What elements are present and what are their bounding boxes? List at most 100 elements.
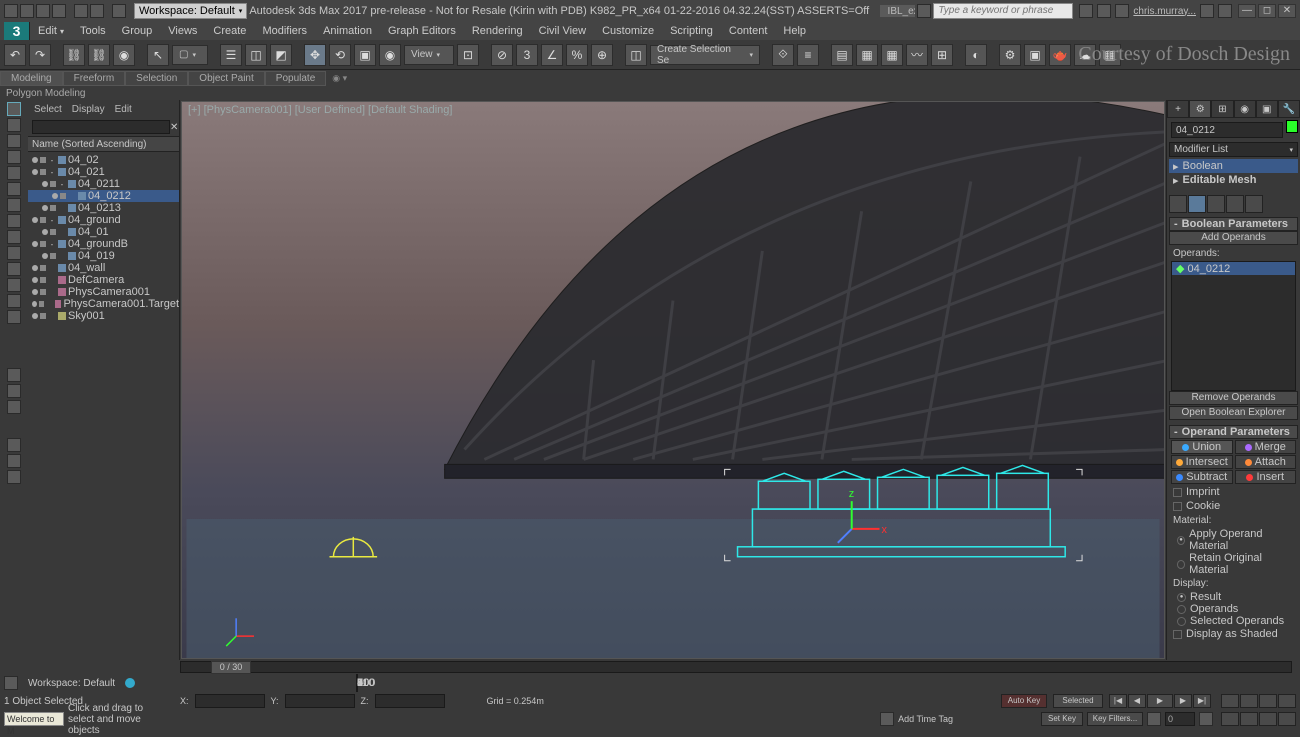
play-icon[interactable]: ▶ bbox=[1147, 694, 1173, 708]
set-key-button[interactable]: Set Key bbox=[1041, 712, 1083, 726]
apply-operand-material[interactable]: Apply Operand Material bbox=[1169, 528, 1298, 552]
make-unique-icon[interactable] bbox=[1207, 195, 1225, 213]
ws-icon[interactable] bbox=[4, 676, 18, 690]
mirror-button[interactable]: ⊘ bbox=[491, 44, 513, 66]
display-result[interactable]: Result bbox=[1169, 591, 1298, 603]
menu-help[interactable]: Help bbox=[775, 22, 814, 40]
utilities-tab-icon[interactable]: 🔧 bbox=[1278, 100, 1300, 118]
tree-row[interactable]: DefCamera bbox=[28, 274, 179, 286]
pivot-button[interactable]: ⊡ bbox=[457, 44, 479, 66]
object-name-field[interactable]: 04_0212 bbox=[1171, 122, 1283, 138]
redo-icon[interactable] bbox=[90, 4, 104, 18]
display-as-shaded[interactable]: Display as Shaded bbox=[1169, 627, 1298, 641]
display-selected-operands[interactable]: Selected Operands bbox=[1169, 615, 1298, 627]
ribbon-freeform[interactable]: Freeform bbox=[63, 71, 126, 86]
scene-explorer-button[interactable]: ▦ bbox=[856, 44, 878, 66]
schematic-view[interactable]: ⊞ bbox=[931, 44, 953, 66]
user-icon[interactable] bbox=[1115, 4, 1129, 18]
snap-toggle[interactable]: 3 bbox=[516, 44, 538, 66]
modifier-list-dropdown[interactable]: Modifier List bbox=[1169, 142, 1298, 157]
render-button[interactable]: 🫖 bbox=[1049, 44, 1071, 66]
render-frame[interactable]: ▣ bbox=[1024, 44, 1046, 66]
motion-tab-icon[interactable]: ◉ bbox=[1234, 100, 1256, 118]
display-tab-icon[interactable]: ▣ bbox=[1256, 100, 1278, 118]
remove-operands-button[interactable]: Remove Operands bbox=[1169, 391, 1298, 405]
ls-bones-icon[interactable] bbox=[7, 278, 21, 292]
minimize-button[interactable]: — bbox=[1238, 4, 1256, 18]
op-intersect[interactable]: Intersect bbox=[1171, 455, 1233, 469]
menu-customize[interactable]: Customize bbox=[594, 22, 662, 40]
mirror2-button[interactable]: ⟐ bbox=[772, 44, 794, 66]
menu-civil-view[interactable]: Civil View bbox=[531, 22, 594, 40]
x-input[interactable] bbox=[195, 694, 265, 708]
goto-end-icon[interactable]: ▶| bbox=[1193, 694, 1211, 708]
sp-tab-select[interactable]: Select bbox=[34, 104, 62, 115]
rotate-button[interactable]: ⟲ bbox=[329, 44, 351, 66]
ls-flat-icon[interactable] bbox=[7, 134, 21, 148]
placement-button[interactable]: ◉ bbox=[379, 44, 401, 66]
select-region[interactable]: ◫ bbox=[245, 44, 267, 66]
angle-snap[interactable]: ∠ bbox=[541, 44, 563, 66]
close-button[interactable]: ✕ bbox=[1278, 4, 1296, 18]
nav-max-icon[interactable] bbox=[1278, 712, 1296, 726]
config-mod-icon[interactable] bbox=[1245, 195, 1263, 213]
app-logo[interactable]: 3 bbox=[4, 22, 30, 40]
z-input[interactable] bbox=[375, 694, 445, 708]
open-boolean-explorer-button[interactable]: Open Boolean Explorer bbox=[1169, 406, 1298, 420]
workspace-label[interactable]: Workspace: Default bbox=[22, 678, 121, 689]
ls-lights-icon[interactable] bbox=[7, 182, 21, 196]
select-byname[interactable]: ☰ bbox=[220, 44, 242, 66]
rollout-header-operand[interactable]: -Operand Parameters bbox=[1169, 425, 1298, 439]
undo-icon[interactable] bbox=[74, 4, 88, 18]
create-tab-icon[interactable]: + bbox=[1167, 100, 1189, 118]
selected-button[interactable]: Selected bbox=[1053, 694, 1103, 708]
select-button[interactable]: ↖ bbox=[147, 44, 169, 66]
goto-start-icon[interactable]: |◀ bbox=[1109, 694, 1127, 708]
op-merge[interactable]: Merge bbox=[1235, 440, 1297, 454]
project-icon[interactable] bbox=[112, 4, 126, 18]
menu-views[interactable]: Views bbox=[160, 22, 205, 40]
ls-display-icon[interactable] bbox=[7, 368, 21, 382]
ls-frozen-icon[interactable] bbox=[7, 310, 21, 324]
tree-row[interactable]: 04_019 bbox=[28, 250, 179, 262]
ls-cameras-icon[interactable] bbox=[7, 198, 21, 212]
hierarchy-tab-icon[interactable]: ⊞ bbox=[1211, 100, 1233, 118]
spinner-snap[interactable]: ⊕ bbox=[591, 44, 613, 66]
tree-row[interactable]: 04_01 bbox=[28, 226, 179, 238]
object-color-swatch[interactable] bbox=[1286, 120, 1298, 133]
tree-row[interactable]: -04_021 bbox=[28, 166, 179, 178]
op-insert[interactable]: Insert bbox=[1235, 470, 1297, 484]
coord-dropdown[interactable]: View bbox=[404, 45, 454, 65]
next-frame-icon[interactable]: ▶ bbox=[1174, 694, 1192, 708]
ls-select-icon[interactable] bbox=[7, 384, 21, 398]
key-mode-icon[interactable] bbox=[1147, 712, 1161, 726]
y-input[interactable] bbox=[285, 694, 355, 708]
ls-layers-icon[interactable] bbox=[7, 400, 21, 414]
modifier-stack[interactable]: ▸Boolean ▸Editable Mesh bbox=[1169, 159, 1298, 187]
filter-dropdown[interactable]: ▢ bbox=[172, 45, 208, 65]
imprint-check[interactable]: Imprint bbox=[1169, 485, 1298, 499]
tree-row[interactable]: -04_02 bbox=[28, 154, 179, 166]
sp-tab-display[interactable]: Display bbox=[72, 104, 105, 115]
show-end-result-icon[interactable] bbox=[1188, 195, 1206, 213]
add-time-tag[interactable]: Add Time Tag bbox=[898, 714, 953, 724]
ribbon-expand-icon[interactable]: ◉ ▾ bbox=[332, 73, 347, 84]
tree-row[interactable]: Sky001 bbox=[28, 310, 179, 322]
curve-editor[interactable]: 〰 bbox=[906, 44, 928, 66]
star-icon[interactable] bbox=[1097, 4, 1111, 18]
key-filters-button[interactable]: Key Filters... bbox=[1087, 712, 1143, 726]
viewport[interactable]: [+] [PhysCamera001] [User Defined] [Defa… bbox=[181, 101, 1165, 659]
named-sel-dropdown[interactable]: Create Selection Se bbox=[650, 45, 760, 65]
time-config-icon[interactable] bbox=[1199, 712, 1213, 726]
auto-key-button[interactable]: Auto Key bbox=[1001, 694, 1047, 708]
op-union[interactable]: Union bbox=[1171, 440, 1233, 454]
menu-content[interactable]: Content bbox=[721, 22, 776, 40]
prev-frame-icon[interactable]: ◀ bbox=[1128, 694, 1146, 708]
maximize-button[interactable]: ◻ bbox=[1258, 4, 1276, 18]
tree-row[interactable]: 04_0213 bbox=[28, 202, 179, 214]
remove-mod-icon[interactable] bbox=[1226, 195, 1244, 213]
user-name[interactable]: chris.murray... bbox=[1133, 6, 1196, 17]
time-slider[interactable]: 0 / 30 bbox=[0, 660, 1300, 674]
info-icon[interactable] bbox=[917, 4, 931, 18]
ls-helpers-icon[interactable] bbox=[7, 214, 21, 228]
